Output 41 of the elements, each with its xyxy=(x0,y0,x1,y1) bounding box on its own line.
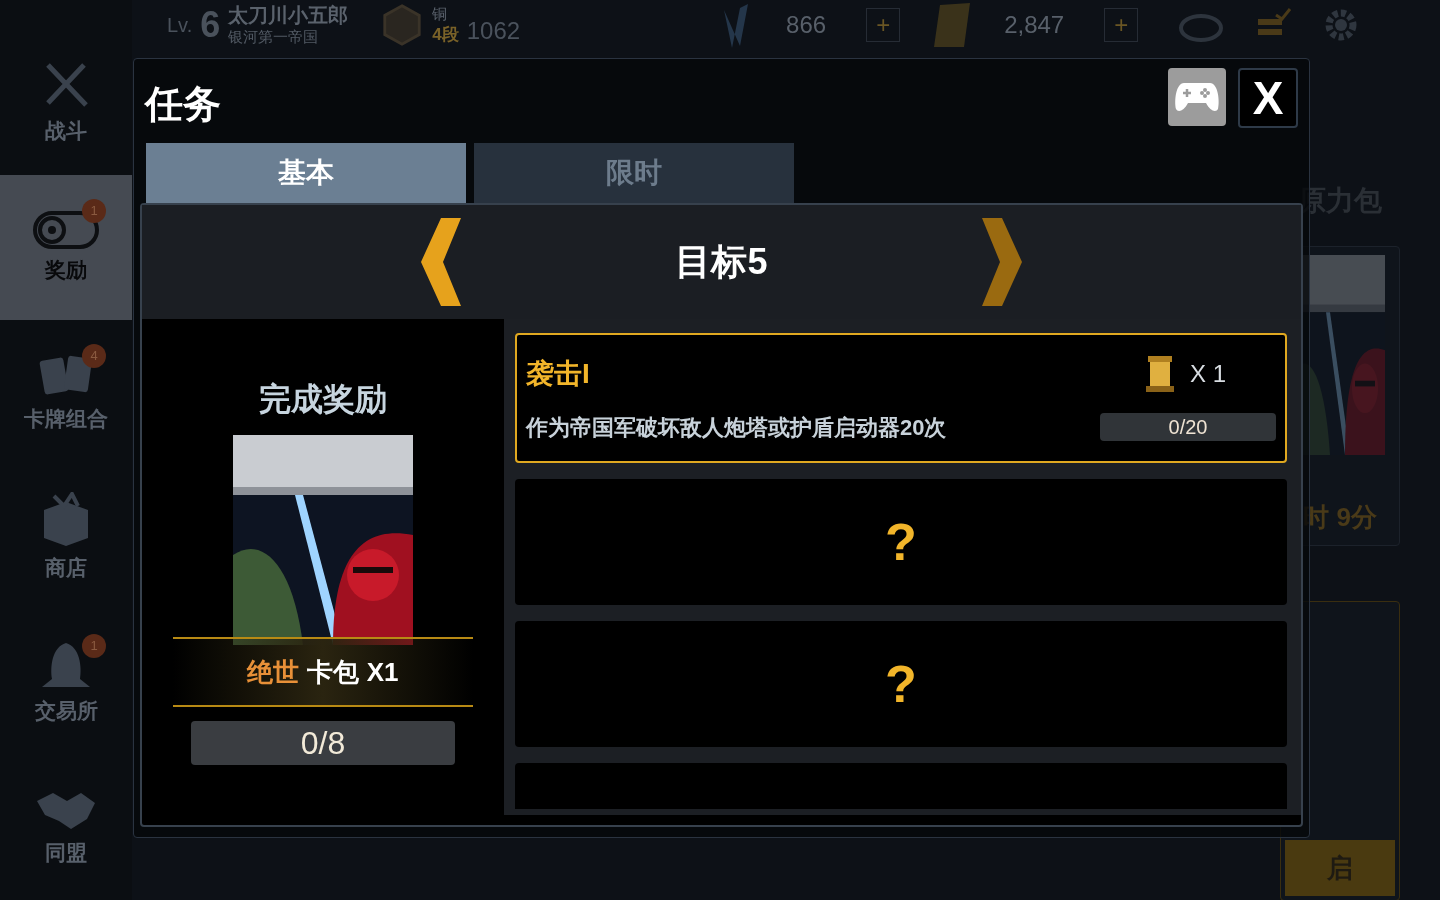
task-card[interactable]: 袭击I X 1 作为帝国军破坏敌人炮塔或护盾启动器20次 0/20 xyxy=(515,333,1287,463)
sidebar-label: 战斗 xyxy=(45,117,87,144)
level-label: Lv. xyxy=(167,13,193,38)
sidebar-item[interactable]: 战斗 xyxy=(0,30,132,175)
sidebar-label: 卡牌组合 xyxy=(24,405,108,432)
unknown-mark: ? xyxy=(885,512,917,573)
sidebar-label: 奖励 xyxy=(45,256,87,283)
reward-count: X 1 xyxy=(1189,358,1226,389)
reward-label: 卡包 X1 xyxy=(307,655,399,689)
faction-name: 银河第一帝国 xyxy=(228,28,320,47)
progress-text: 0/20 xyxy=(1168,415,1208,440)
player-name: 太刀川小五郎 xyxy=(228,3,349,29)
scroll-icon xyxy=(1145,355,1174,392)
close-button[interactable]: X xyxy=(1238,68,1298,128)
gamepad-button[interactable] xyxy=(1168,68,1226,126)
sidebar-item[interactable]: 商店 xyxy=(0,465,132,610)
sidebar-label: 交易所 xyxy=(34,697,98,724)
credit-count: 2,847 xyxy=(1004,10,1065,40)
level-number: 6 xyxy=(200,7,221,43)
progress-text: 0/8 xyxy=(300,724,346,763)
sidebar-label: 同盟 xyxy=(45,839,87,866)
tab[interactable]: 基本 xyxy=(146,143,466,203)
goal-title: 目标5 xyxy=(675,240,768,284)
rarity-label: 绝世 xyxy=(247,655,300,689)
gamepad-icon xyxy=(1174,81,1220,113)
settings-icon[interactable] xyxy=(1324,8,1359,42)
crystal-count: 866 xyxy=(786,10,827,40)
rank-tier-label: 铜 xyxy=(432,5,449,24)
reward-heading: 完成奖励 xyxy=(259,380,387,419)
sidebar-label: 商店 xyxy=(45,554,87,581)
add-button[interactable]: + xyxy=(866,8,901,42)
dialog-title: 任务 xyxy=(145,82,221,127)
task-title: 袭击I xyxy=(526,356,590,391)
tab[interactable]: 限时 xyxy=(474,143,794,203)
add-button[interactable]: + xyxy=(1104,8,1139,42)
unknown-mark: ? xyxy=(885,654,917,715)
sidebar-item[interactable]: 同盟 xyxy=(0,755,132,900)
rank-points: 1062 xyxy=(466,16,521,46)
rank-division: 4段 xyxy=(432,23,459,45)
task-description: 作为帝国军破坏敌人炮塔或护盾启动器20次 xyxy=(526,413,947,442)
timer-text: 时 9分 xyxy=(1303,501,1377,534)
